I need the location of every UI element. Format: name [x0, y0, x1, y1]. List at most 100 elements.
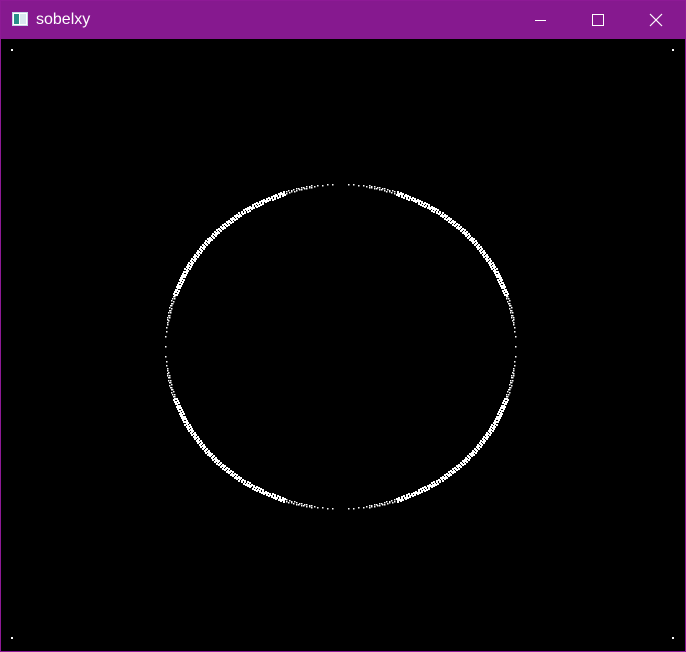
circle-edge-points	[165, 184, 517, 510]
corner-pixel	[11, 49, 13, 51]
edge-pixel	[273, 195, 275, 197]
edge-pixel	[183, 279, 185, 281]
edge-pixel	[397, 191, 399, 193]
edge-pixel	[514, 331, 516, 333]
edge-pixel	[491, 424, 493, 426]
edge-pixel	[484, 440, 486, 442]
edge-pixel	[252, 488, 254, 490]
edge-pixel	[417, 199, 419, 201]
edge-pixel	[417, 493, 419, 495]
edge-pixel	[511, 317, 513, 319]
edge-pixel	[387, 189, 389, 191]
edge-pixel	[500, 285, 502, 287]
edge-pixel	[491, 268, 493, 270]
edge-pixel	[458, 224, 460, 226]
edge-pixel	[510, 312, 512, 314]
edge-pixel	[409, 196, 411, 198]
edge-pixel	[247, 211, 249, 213]
edge-pixel	[508, 298, 510, 300]
edge-pixel	[268, 197, 270, 199]
edge-pixel	[503, 292, 505, 294]
edge-pixel	[173, 296, 175, 298]
close-button[interactable]	[627, 1, 685, 39]
edge-pixel	[428, 206, 430, 208]
edge-pixel	[483, 250, 485, 252]
edge-pixel	[252, 204, 254, 206]
edge-pixel	[456, 469, 458, 471]
image-canvas[interactable]	[1, 39, 685, 651]
corner-pixel	[672, 637, 674, 639]
edge-pixel	[314, 506, 316, 508]
image-window-icon[interactable]	[12, 12, 28, 26]
edge-pixel	[230, 474, 232, 476]
edge-pixel	[274, 494, 276, 496]
edge-pixel	[181, 409, 183, 411]
edge-pixel	[512, 380, 514, 382]
edge-pixel	[180, 277, 182, 279]
edge-pixel	[255, 487, 257, 489]
edge-pixel	[502, 282, 504, 284]
edge-pixel	[207, 451, 209, 453]
edge-pixel	[509, 300, 511, 302]
edge-pixel	[366, 506, 368, 508]
edge-pixel	[279, 196, 281, 198]
edge-pixel	[167, 370, 169, 372]
edge-pixel	[504, 406, 506, 408]
edge-pixel	[190, 429, 192, 431]
edge-pixel	[363, 185, 365, 187]
edge-pixel	[374, 504, 376, 506]
edge-pixel	[515, 336, 517, 338]
edge-pixel	[183, 421, 185, 423]
edge-pixel	[511, 375, 513, 377]
edge-pixel	[171, 300, 173, 302]
edge-pixel	[260, 488, 262, 490]
edge-pixel	[504, 286, 506, 288]
edge-pixel	[301, 505, 303, 507]
edge-pixel	[232, 221, 234, 223]
edge-pixel	[401, 196, 403, 198]
edge-pixel	[232, 475, 234, 477]
edge-pixel	[179, 413, 181, 415]
edge-pixel	[317, 507, 319, 509]
edge-pixel	[185, 271, 187, 273]
edge-pixel	[452, 472, 454, 474]
edge-pixel	[199, 444, 201, 446]
edge-pixel	[469, 457, 471, 459]
edge-pixel	[166, 361, 168, 363]
edge-pixel	[177, 400, 179, 402]
edge-pixel	[283, 499, 285, 501]
edge-pixel	[481, 248, 483, 250]
edge-pixel	[174, 291, 176, 293]
edge-pixel	[185, 421, 187, 423]
edge-pixel	[193, 436, 195, 438]
maximize-button[interactable]	[569, 1, 627, 39]
edge-pixel	[261, 200, 263, 202]
edge-pixel	[202, 247, 204, 249]
edge-pixel	[448, 471, 450, 473]
edge-pixel	[245, 484, 247, 486]
edge-pixel	[489, 258, 491, 260]
edge-pixel	[170, 380, 172, 382]
edge-pixel	[506, 298, 508, 300]
edge-pixel	[379, 505, 381, 507]
edge-pixel	[512, 315, 514, 317]
edge-pixel	[483, 436, 485, 438]
edge-pixel	[497, 413, 499, 415]
title-bar[interactable]: sobelxy	[1, 1, 685, 39]
edge-pixel	[498, 411, 500, 413]
edge-pixel	[171, 384, 173, 386]
edge-pixel	[332, 508, 334, 510]
edge-pixel	[180, 407, 182, 409]
edge-pixel	[306, 506, 308, 508]
edge-pixel	[259, 491, 261, 493]
edge-pixel	[501, 287, 503, 289]
edge-pixel	[194, 438, 196, 440]
edge-pixel	[212, 233, 214, 235]
edge-pixel	[431, 210, 433, 212]
edge-pixel	[425, 487, 427, 489]
edge-pixel	[424, 202, 426, 204]
edge-pixel	[428, 204, 430, 206]
edge-pixel	[466, 458, 468, 460]
minimize-button[interactable]	[511, 1, 569, 39]
edge-pixel	[262, 489, 264, 491]
